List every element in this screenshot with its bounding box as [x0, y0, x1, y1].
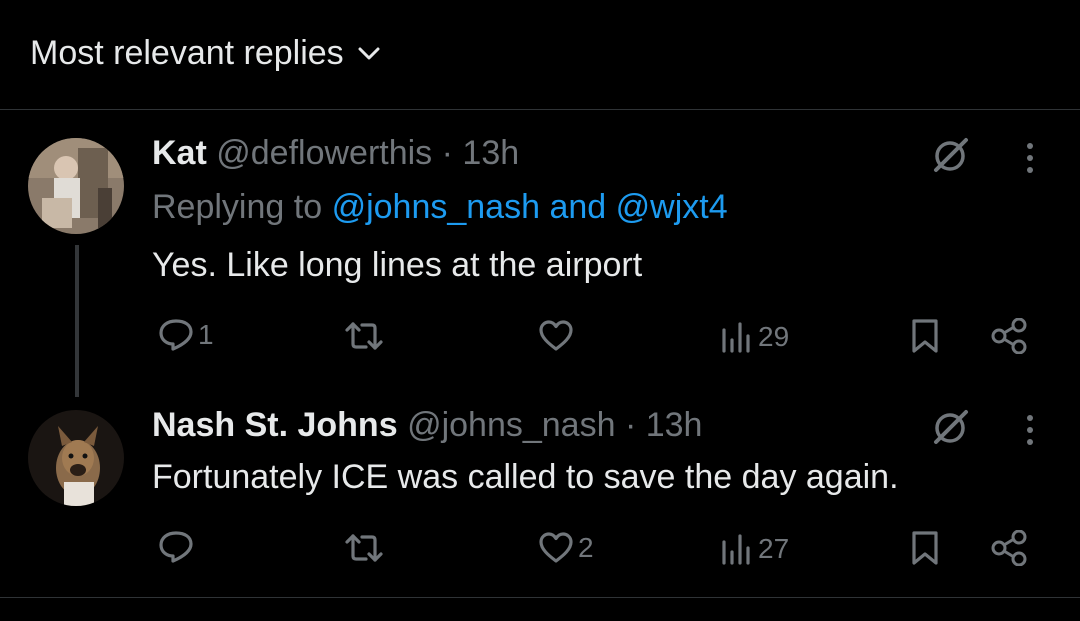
views-button[interactable]: 27 — [720, 532, 789, 566]
views-button[interactable]: 29 — [720, 320, 789, 354]
post-time[interactable]: 13h — [646, 406, 703, 444]
author-handle[interactable]: @johns_nash — [407, 406, 615, 444]
author-name[interactable]: Nash St. Johns — [152, 406, 398, 444]
reply-post-2[interactable]: Nash St. Johns @johns_nash · 13h Fortuna… — [0, 382, 1080, 597]
replying-to: Replying to @johns_nash and @wjxt4 — [152, 188, 728, 227]
grok-icon[interactable] — [930, 408, 970, 453]
bookmark-icon — [912, 319, 938, 353]
share-icon — [991, 530, 1027, 566]
grok-icon[interactable] — [930, 136, 970, 181]
replying-prefix: Replying to — [152, 188, 323, 226]
heart-icon — [539, 320, 573, 351]
reply-count: 1 — [198, 319, 214, 350]
heart-icon — [539, 532, 573, 563]
views-chart-icon — [722, 534, 750, 565]
retweet-icon — [345, 534, 383, 562]
share-icon — [991, 318, 1027, 354]
reply-icon — [159, 319, 193, 351]
avatar[interactable] — [28, 138, 124, 234]
share-button[interactable] — [990, 318, 1028, 354]
retweet-button[interactable] — [344, 532, 388, 564]
views-count: 27 — [758, 533, 790, 564]
thread-connector-line — [75, 245, 79, 397]
more-options-icon[interactable] — [1024, 412, 1036, 453]
like-button[interactable] — [538, 320, 578, 352]
mention-link[interactable]: @johns_nash — [332, 188, 540, 226]
reply-button[interactable]: 1 — [158, 318, 214, 352]
avatar[interactable] — [28, 410, 124, 506]
reply-post-1[interactable]: Kat @deflowerthis · 13h Replying to @joh… — [0, 110, 1080, 397]
views-count: 29 — [758, 321, 790, 352]
reply-button[interactable] — [158, 530, 198, 564]
retweet-button[interactable] — [344, 320, 388, 352]
author-handle[interactable]: @deflowerthis — [216, 134, 432, 172]
author-name[interactable]: Kat — [152, 134, 207, 172]
views-chart-icon — [722, 322, 750, 353]
post-text: Yes. Like long lines at the airport — [152, 246, 643, 284]
separator: · — [441, 134, 453, 172]
mention-link[interactable]: @wjxt4 — [616, 188, 728, 226]
like-button[interactable]: 2 — [538, 532, 594, 564]
bookmark-button[interactable] — [910, 318, 940, 354]
separator: · — [624, 406, 637, 444]
bookmark-icon — [912, 531, 938, 565]
reply-icon — [159, 531, 193, 563]
share-button[interactable] — [990, 530, 1028, 566]
replies-header: Most relevant replies — [0, 0, 1080, 110]
retweet-icon — [345, 322, 383, 350]
chevron-down-icon — [358, 47, 380, 59]
sort-dropdown-button[interactable]: Most relevant replies — [30, 34, 380, 73]
bookmark-button[interactable] — [910, 530, 940, 566]
replying-and[interactable]: and — [549, 188, 606, 226]
post-header: Nash St. Johns @johns_nash · 13h — [152, 406, 702, 445]
sort-label: Most relevant replies — [30, 34, 344, 72]
divider — [0, 597, 1080, 598]
like-count: 2 — [578, 532, 594, 563]
more-options-icon[interactable] — [1024, 140, 1036, 181]
post-header: Kat @deflowerthis · 13h — [152, 134, 519, 173]
post-text: Fortunately ICE was called to save the d… — [152, 458, 899, 496]
post-time[interactable]: 13h — [462, 134, 519, 172]
